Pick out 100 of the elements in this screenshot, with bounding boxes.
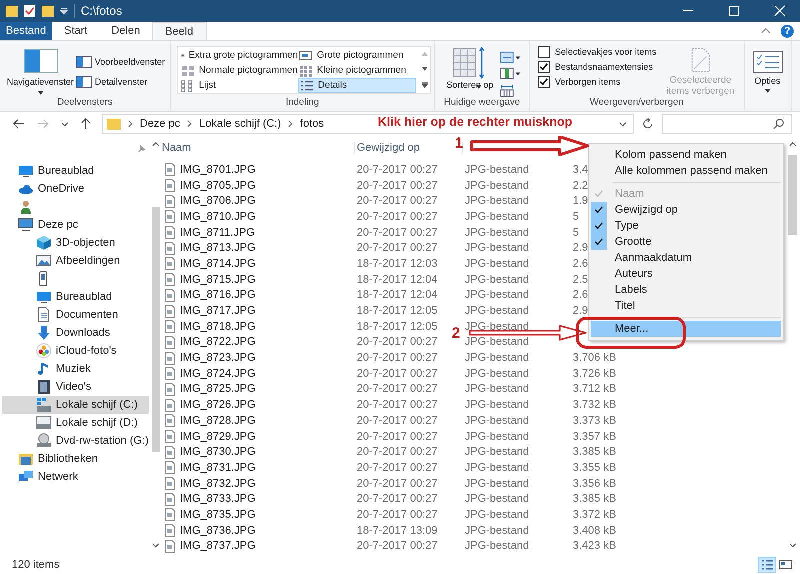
scroll-up-icon[interactable] (788, 142, 796, 147)
nav-item[interactable]: Lokale schijf (D:) (2, 414, 149, 432)
nav-item[interactable]: Bureaublad (2, 162, 149, 180)
file-name[interactable]: IMG_8710.JPG (180, 210, 256, 223)
file-name[interactable]: IMG_8701.JPG (180, 164, 256, 176)
file-name[interactable]: IMG_8722.JPG (180, 336, 256, 348)
breadcrumb[interactable]: Deze pc (140, 118, 180, 130)
menu-item[interactable]: Meer... (591, 321, 781, 337)
file-name[interactable]: IMG_8705.JPG (180, 180, 256, 192)
layout-option[interactable]: Lijst (180, 78, 298, 93)
ribbon-tab[interactable]: Start (52, 22, 100, 40)
file-size: 3.706 kB (572, 352, 616, 364)
ribbon-tab[interactable]: Bestand (0, 22, 52, 40)
nav-item[interactable]: Muziek (2, 360, 149, 378)
file-name[interactable]: IMG_8718.JPG (180, 320, 256, 333)
checkbox[interactable] (538, 46, 550, 58)
file-name[interactable]: IMG_8715.JPG (180, 274, 256, 286)
scroll-down-icon[interactable] (422, 66, 428, 71)
menu-item[interactable]: Grootte (591, 234, 781, 250)
file-name[interactable]: IMG_8706.JPG (180, 195, 256, 208)
folder-icon[interactable] (42, 4, 54, 18)
menu-item[interactable]: Labels (591, 282, 781, 298)
details-view-icon[interactable] (759, 558, 775, 572)
up-icon[interactable] (81, 118, 91, 130)
file-name[interactable]: IMG_8714.JPG (180, 258, 256, 270)
close-icon[interactable] (774, 5, 786, 17)
add-column-icon[interactable] (500, 67, 522, 81)
checkbox[interactable] (538, 61, 550, 73)
search-field[interactable] (662, 114, 792, 134)
ribbon-tab[interactable]: Delen (100, 22, 152, 40)
scroll-thumb[interactable] (152, 207, 160, 452)
nav-item[interactable]: Downloads (2, 324, 149, 342)
refresh-icon[interactable] (642, 118, 654, 130)
layout-option[interactable]: Normale pictogrammen (180, 63, 298, 78)
scroll-down-icon[interactable] (788, 543, 796, 548)
file-name[interactable]: IMG_8737.JPG (180, 540, 256, 552)
column-header[interactable]: Naam (160, 142, 355, 154)
nav-item[interactable]: iCloud-foto's (2, 342, 149, 360)
expand-icon[interactable] (422, 82, 428, 88)
file-name[interactable]: IMG_8729.JPG (180, 430, 256, 443)
layout-option[interactable]: Extra grote pictogrammen (180, 48, 298, 63)
file-name[interactable]: IMG_8732.JPG (180, 478, 256, 490)
file-name[interactable]: IMG_8717.JPG (180, 305, 256, 318)
back-icon[interactable] (13, 119, 25, 129)
file-name[interactable]: IMG_8726.JPG (180, 399, 256, 412)
file-name[interactable]: IMG_8728.JPG (180, 414, 256, 427)
dropdown-icon[interactable] (619, 122, 627, 126)
maximize-icon[interactable] (728, 5, 740, 17)
file-name[interactable]: IMG_8730.JPG (180, 446, 256, 458)
nav-item[interactable]: Dvd-rw-station (G:) (2, 432, 149, 450)
scroll-thumb[interactable] (788, 155, 797, 235)
menu-item[interactable]: Titel (591, 298, 781, 314)
menu-item[interactable]: Type (591, 218, 781, 234)
group-by-icon[interactable] (500, 51, 522, 64)
menu-item[interactable]: Alle kolommen passend maken (591, 163, 781, 179)
nav-item[interactable]: Afbeeldingen (2, 252, 149, 270)
folder-icon[interactable] (6, 4, 18, 18)
options-button[interactable]: Opties (748, 41, 788, 93)
breadcrumb[interactable]: fotos (300, 118, 324, 130)
file-name[interactable]: IMG_8725.JPG (180, 383, 256, 396)
nav-item[interactable]: Bureaublad (2, 288, 149, 306)
file-name[interactable]: IMG_8723.JPG (180, 352, 256, 364)
menu-item[interactable]: Gewijzigd op (591, 202, 781, 218)
file-name[interactable]: IMG_8724.JPG (180, 368, 256, 380)
file-name[interactable]: IMG_8711.JPG (180, 226, 255, 239)
nav-item[interactable]: Bibliotheken (2, 450, 149, 468)
file-name[interactable]: IMG_8736.JPG (180, 524, 256, 537)
nav-item[interactable]: 3D-objecten (2, 234, 149, 252)
file-name[interactable]: IMG_8733.JPG (180, 493, 256, 506)
recent-locations-icon[interactable] (61, 122, 69, 126)
preview-pane-button[interactable]: Voorbeeldvenster (76, 56, 166, 68)
nav-item[interactable]: Lokale schijf (C:) (2, 396, 149, 414)
breadcrumb[interactable]: Lokale schijf (C:) (199, 118, 282, 130)
menu-item[interactable]: Aanmaakdatum (591, 250, 781, 266)
sort-button[interactable]: Sorteren op (444, 47, 496, 97)
help-button[interactable]: ? (781, 24, 794, 38)
tiles-view-icon[interactable] (778, 558, 794, 572)
nav-item[interactable]: Documenten (2, 306, 149, 324)
scroll-down-icon[interactable] (152, 543, 160, 548)
file-name[interactable]: IMG_8731.JPG (180, 462, 256, 474)
layout-option[interactable]: Grote pictogrammen (298, 48, 416, 63)
file-name[interactable]: IMG_8713.JPG (180, 242, 256, 254)
scroll-up-icon[interactable] (152, 142, 160, 147)
collapse-icon[interactable] (761, 28, 771, 34)
modified-date: 20-7-2017 00:27 (356, 180, 438, 192)
checklist-icon[interactable] (24, 4, 36, 18)
file-name[interactable]: IMG_8735.JPG (180, 508, 256, 521)
details-pane-button[interactable]: Detailvenster (76, 76, 166, 88)
ribbon-tab[interactable]: Beeld (152, 22, 206, 40)
nav-item[interactable]: Deze pc (2, 216, 149, 234)
nav-item[interactable]: OneDrive (2, 180, 149, 198)
nav-item[interactable]: Netwerk (2, 468, 149, 486)
layout-option[interactable]: Details (298, 78, 416, 93)
navigation-pane-button[interactable]: Navigatievenster (7, 47, 74, 97)
menu-item[interactable]: Kolom passend maken (591, 147, 781, 163)
checkbox[interactable] (538, 76, 550, 88)
menu-item[interactable]: Auteurs (591, 266, 781, 282)
layout-option[interactable]: Kleine pictogrammen (298, 63, 416, 78)
nav-item[interactable]: Video's (2, 378, 149, 396)
file-name[interactable]: IMG_8716.JPG (180, 289, 256, 302)
